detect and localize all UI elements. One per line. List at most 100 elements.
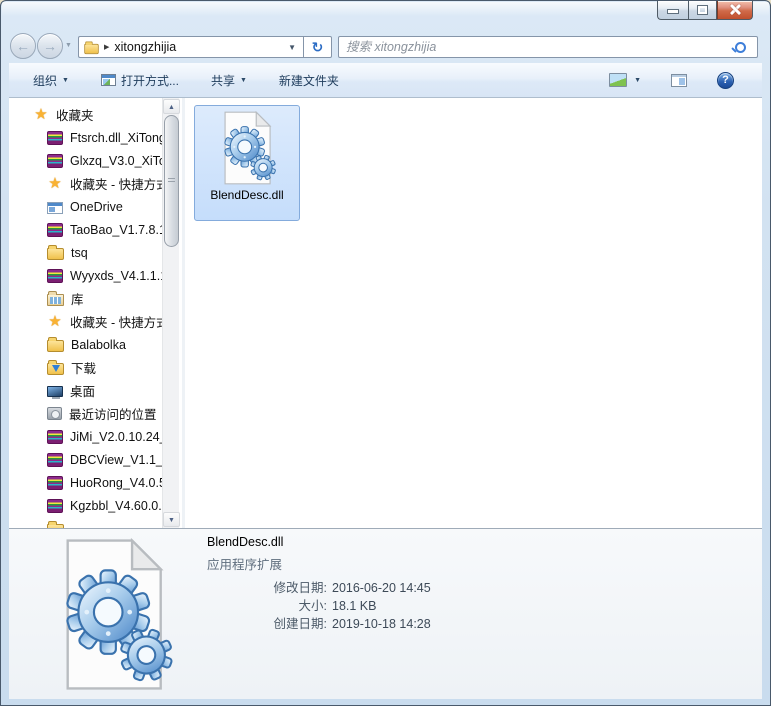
field-value: 2019-10-18 14:28: [332, 617, 431, 631]
help-icon: ?: [717, 71, 734, 89]
field-value: 2016-06-20 14:45: [332, 581, 431, 595]
help-button[interactable]: ?: [709, 68, 742, 93]
new-folder-label: 新建文件夹: [278, 73, 339, 88]
search-box: [338, 36, 758, 58]
star-icon: ★: [34, 105, 48, 123]
back-button[interactable]: ←: [10, 33, 36, 59]
sidebar-item-label: DBCView_V1.1_X: [70, 452, 162, 467]
sidebar-item-partial[interactable]: [9, 517, 162, 528]
details-field-size: 大小: 18.1 KB: [207, 597, 431, 615]
rar-archive-icon: [47, 130, 63, 145]
sidebar-item-label: 下载: [71, 362, 97, 376]
maximize-button[interactable]: [688, 1, 717, 20]
rar-archive-icon: [47, 498, 63, 513]
navigation-pane: ★ 收藏夹 Ftsrch.dll_XiTong Glxzq_V3.0_XiTo …: [9, 98, 185, 528]
open-with-button[interactable]: 打开方式...: [93, 68, 187, 93]
open-with-label: 打开方式...: [120, 73, 179, 88]
sidebar-item[interactable]: ★ 收藏夹 - 快捷方式: [9, 310, 162, 333]
onedrive-icon: [47, 201, 63, 214]
rar-archive-icon: [47, 452, 63, 467]
sidebar-item[interactable]: HuoRong_V4.0.5: [9, 471, 162, 494]
sidebar-item[interactable]: Glxzq_V3.0_XiTo: [9, 149, 162, 172]
field-label: 创建日期:: [273, 617, 327, 631]
sidebar-item[interactable]: Wyyxds_V4.1.1.1: [9, 264, 162, 287]
scroll-down-icon: ▼: [168, 517, 175, 524]
organize-button[interactable]: 组织 ▼: [25, 68, 77, 93]
recent-places-icon: [47, 407, 62, 420]
dll-file-icon-large: [51, 538, 175, 691]
sidebar-item[interactable]: Kgzbbl_V4.60.0.5: [9, 494, 162, 517]
sidebar-item-label: 库: [71, 293, 84, 307]
sidebar-item-label: 最近访问的位置: [69, 408, 157, 422]
history-dropdown[interactable]: ▼: [65, 42, 72, 49]
sidebar-item[interactable]: TaoBao_V1.7.8.1: [9, 218, 162, 241]
sidebar-item-label: 桌面: [70, 385, 96, 399]
sidebar-item[interactable]: 库: [9, 287, 162, 310]
details-file-name: BlendDesc.dll: [207, 535, 284, 549]
sidebar-item-label: Wyyxds_V4.1.1.1: [70, 268, 162, 283]
sidebar-item-label: OneDrive: [70, 199, 123, 214]
chevron-down-icon: ▼: [65, 42, 72, 49]
sidebar-item[interactable]: 最近访问的位置: [9, 402, 162, 425]
address-path[interactable]: xitongzhijia: [114, 40, 176, 54]
library-icon: [47, 291, 64, 306]
scroll-up-button[interactable]: ▲: [163, 99, 180, 114]
field-label: 大小:: [298, 599, 327, 613]
breadcrumb-arrow-icon: ▶: [104, 44, 110, 51]
details-file-type: 应用程序扩展: [207, 558, 283, 572]
sidebar-item-label: Ftsrch.dll_XiTong: [70, 130, 162, 145]
share-button[interactable]: 共享 ▼: [203, 68, 255, 93]
minimize-button[interactable]: [657, 1, 688, 20]
refresh-button[interactable]: ↻: [303, 36, 332, 58]
scrollbar-thumb[interactable]: [164, 115, 179, 247]
file-item-blenddesc-dll[interactable]: BlendDesc.dll: [194, 105, 300, 221]
file-list-pane[interactable]: BlendDesc.dll: [185, 98, 762, 528]
details-field-modified: 修改日期: 2016-06-20 14:45: [207, 579, 431, 597]
sidebar-item-label: tsq: [71, 245, 88, 260]
close-button[interactable]: [717, 1, 753, 20]
sidebar-item-label: HuoRong_V4.0.5: [70, 475, 162, 490]
views-button[interactable]: ▼: [601, 69, 649, 91]
sidebar-item-label: 收藏夹 - 快捷方式: [70, 316, 162, 330]
share-label: 共享: [210, 73, 235, 88]
search-icon: [735, 42, 746, 53]
sidebar-scrollbar[interactable]: ▲ ▼: [162, 98, 180, 528]
sidebar-item[interactable]: 桌面: [9, 379, 162, 402]
breadcrumb[interactable]: ▶ xitongzhijia: [79, 40, 281, 55]
chevron-down-icon: ▼: [634, 77, 641, 84]
chevron-down-icon: ▼: [288, 42, 296, 52]
details-pane: BlendDesc.dll 应用程序扩展 修改日期: 2016-06-20 14…: [9, 528, 762, 699]
address-bar[interactable]: ▶ xitongzhijia ▼: [78, 36, 303, 58]
explorer-window: ← → ▼ ▶ xitongzhijia ▼ ↻ 组织 ▼ 打开方式...: [0, 0, 771, 706]
sidebar-item[interactable]: OneDrive: [9, 195, 162, 218]
navigation-bar: ← → ▼ ▶ xitongzhijia ▼ ↻: [1, 29, 770, 63]
organize-label: 组织: [33, 73, 58, 88]
forward-button[interactable]: →: [37, 33, 63, 59]
content-area: ★ 收藏夹 Ftsrch.dll_XiTong Glxzq_V3.0_XiTo …: [9, 98, 762, 528]
maximize-icon: [698, 6, 707, 14]
sidebar-item[interactable]: Balabolka: [9, 333, 162, 356]
command-bar: 组织 ▼ 打开方式... 共享 ▼ 新建文件夹 ▼ ?: [9, 63, 762, 98]
folder-icon: [47, 245, 64, 260]
sidebar-item-label: TaoBao_V1.7.8.1: [70, 222, 162, 237]
sidebar-item-label: JiMi_V2.0.10.24_: [70, 429, 162, 444]
new-folder-button[interactable]: 新建文件夹: [271, 68, 347, 93]
sidebar-group-favorites[interactable]: ★ 收藏夹: [9, 103, 162, 126]
dll-file-icon: [217, 111, 277, 185]
rar-archive-icon: [47, 222, 63, 237]
search-input[interactable]: [339, 38, 735, 56]
sidebar-item-label: 收藏夹 - 快捷方式: [70, 178, 162, 192]
address-dropdown-button[interactable]: ▼: [281, 43, 303, 52]
rar-archive-icon: [47, 268, 63, 283]
preview-pane-button[interactable]: [663, 70, 695, 91]
sidebar-item[interactable]: Ftsrch.dll_XiTong: [9, 126, 162, 149]
scroll-down-button[interactable]: ▼: [163, 512, 180, 527]
chevron-down-icon: ▼: [239, 77, 247, 84]
sidebar-item[interactable]: 下载: [9, 356, 162, 379]
sidebar-item[interactable]: DBCView_V1.1_X: [9, 448, 162, 471]
details-field-created: 创建日期: 2019-10-18 14:28: [207, 615, 431, 633]
sidebar-item[interactable]: ★ 收藏夹 - 快捷方式: [9, 172, 162, 195]
desktop-icon: [47, 385, 63, 399]
sidebar-item[interactable]: tsq: [9, 241, 162, 264]
sidebar-item[interactable]: JiMi_V2.0.10.24_: [9, 425, 162, 448]
